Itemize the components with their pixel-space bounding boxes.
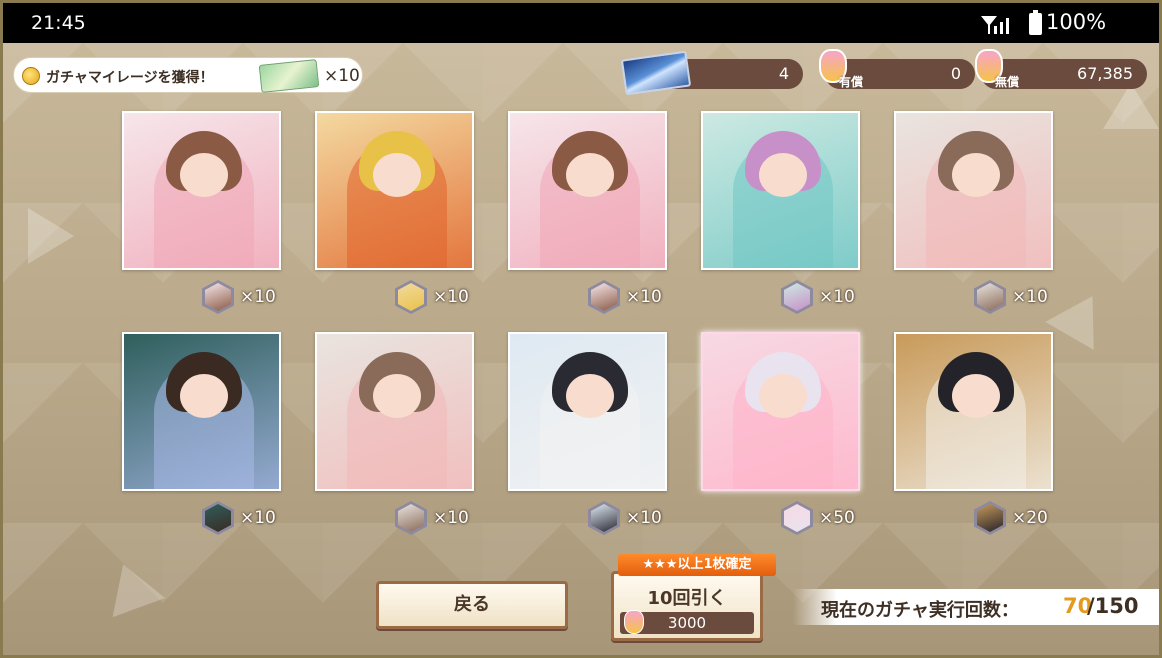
battery-level: 100%: [1046, 10, 1107, 34]
character-face: [952, 374, 1000, 418]
result-card[interactable]: [315, 111, 474, 270]
decor-triangle: [1103, 83, 1159, 129]
paid-gem-count: 0: [950, 64, 961, 83]
status-bar: 21:45 100%: [3, 3, 1159, 43]
mileage-label: ガチャマイレージを獲得！: [46, 70, 214, 86]
decor-triangle: [1045, 282, 1117, 350]
clock: 21:45: [31, 12, 86, 34]
gem-bag-icon: [624, 610, 644, 634]
character-piece-icon: [202, 280, 234, 314]
reward-item: ×10: [395, 280, 475, 314]
paid-label: 有償: [839, 75, 864, 89]
mileage-ticket-icon: [258, 59, 320, 93]
reward-item: ×10: [202, 501, 282, 535]
free-label: 無償: [995, 75, 1020, 89]
character-face: [759, 374, 807, 418]
result-card[interactable]: [315, 332, 474, 491]
result-card[interactable]: [701, 111, 860, 270]
result-card[interactable]: [894, 111, 1053, 270]
character-face: [759, 153, 807, 197]
reward-count: ×10: [1012, 287, 1048, 307]
result-card[interactable]: [508, 111, 667, 270]
pull-10-button[interactable]: ★★★以上1枚確定 10回引く 3000: [611, 554, 776, 641]
decor-triangle: [28, 208, 74, 264]
guarantee-banner: ★★★以上1枚確定: [618, 554, 776, 576]
reward-item: ×10: [781, 280, 861, 314]
character-piece-icon: [781, 501, 813, 535]
character-face: [180, 153, 228, 197]
reward-item: ×10: [588, 280, 668, 314]
reward-count: ×20: [1012, 508, 1048, 528]
reward-item: ×10: [588, 501, 668, 535]
reward-item: ×20: [974, 501, 1054, 535]
reward-count: ×10: [433, 508, 469, 528]
result-card[interactable]: [508, 332, 667, 491]
gacha-ticket-counter[interactable]: 4: [620, 50, 803, 96]
result-card[interactable]: [701, 332, 860, 491]
character-piece-icon: [395, 280, 427, 314]
decor-triangle: [96, 554, 166, 618]
reward-item: ×50: [781, 501, 861, 535]
reward-count: ×10: [626, 287, 662, 307]
reward-count: ×50: [819, 508, 855, 528]
character-face: [180, 374, 228, 418]
character-face: [373, 374, 421, 418]
character-piece-icon: [588, 501, 620, 535]
reward-count: ×10: [626, 508, 662, 528]
reward-count: ×10: [240, 287, 276, 307]
free-gem-counter[interactable]: 無償 67,385: [975, 49, 1147, 89]
character-piece-icon: [974, 501, 1006, 535]
reward-item: ×10: [395, 501, 475, 535]
result-card[interactable]: [122, 332, 281, 491]
mileage-count: ×10: [324, 66, 360, 86]
pull-10-label: 10回引く: [647, 588, 727, 609]
back-button[interactable]: 戻る: [376, 581, 568, 629]
reward-count: ×10: [819, 287, 855, 307]
paid-gem-counter[interactable]: 有償 0: [819, 49, 975, 89]
character-piece-icon: [974, 280, 1006, 314]
reward-count: ×10: [240, 508, 276, 528]
result-card[interactable]: [122, 111, 281, 270]
character-piece-icon: [588, 280, 620, 314]
character-piece-icon: [395, 501, 427, 535]
reward-count: ×10: [433, 287, 469, 307]
coin-icon: [22, 67, 40, 85]
battery-icon: [1029, 10, 1042, 35]
execution-count-label: 現在のガチャ実行回数：: [821, 600, 1019, 621]
character-face: [952, 153, 1000, 197]
character-piece-icon: [202, 501, 234, 535]
gacha-result-screen: ガチャマイレージを獲得！ ×10 4 有償 0 無償 67,385 ×10 ×10…: [3, 43, 1159, 655]
result-card[interactable]: [894, 332, 1053, 491]
execution-count-panel: 現在のガチャ実行回数： 70 /150: [793, 589, 1159, 625]
free-gem-count: 67,385: [1077, 64, 1133, 83]
reward-item: ×10: [202, 280, 282, 314]
execution-count-max: /150: [1087, 594, 1139, 618]
character-face: [566, 153, 614, 197]
reward-item: ×10: [974, 280, 1054, 314]
character-face: [373, 153, 421, 197]
ticket-count: 4: [778, 64, 789, 83]
character-piece-icon: [781, 280, 813, 314]
character-face: [566, 374, 614, 418]
gacha-ticket-icon: [620, 50, 692, 96]
signal-icon: [981, 16, 1009, 34]
game-frame: 21:45 100% ガチャマイレージを獲得！ ×10 4 有償 0 無償 67…: [0, 0, 1162, 658]
mileage-banner[interactable]: ガチャマイレージを獲得！ ×10: [13, 57, 363, 93]
